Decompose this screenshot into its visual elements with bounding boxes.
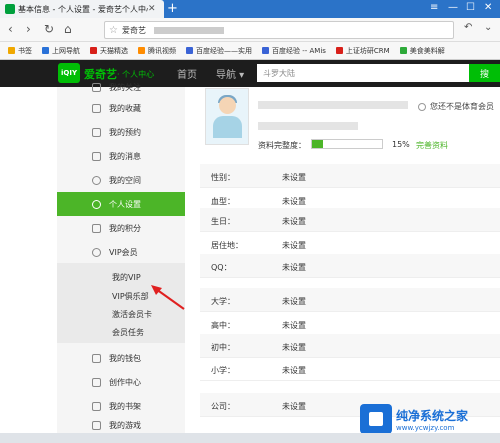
calendar-icon: [92, 127, 101, 137]
blurred-username: [258, 101, 408, 109]
progress-fill: [312, 140, 323, 148]
watermark-logo-icon: [360, 404, 392, 434]
user-icon: [92, 175, 101, 185]
menu-icon[interactable]: ≡: [430, 2, 438, 13]
sidebar-item-wallet[interactable]: 我的钱包: [57, 346, 185, 370]
bookmark-item[interactable]: 百度经验 -- AMis: [262, 46, 326, 56]
bookmark-item[interactable]: 上网导航: [42, 46, 80, 56]
sidebar-item-bookshelf[interactable]: 我的书架: [57, 394, 185, 418]
sidebar-item-follow[interactable]: 我的关注: [57, 79, 185, 95]
sidebar-item-games[interactable]: 我的游戏: [57, 418, 185, 433]
nav-menu[interactable]: 导航 ▾: [216, 66, 244, 81]
points-icon: [92, 223, 101, 233]
submenu-my-vip[interactable]: 我的VIP: [112, 272, 141, 283]
field-row: 大学： 未设置: [200, 288, 500, 312]
watermark: 纯净系统之家 www.ycwjzy.com: [360, 404, 468, 434]
submenu-vip-tasks[interactable]: 会员任务: [112, 327, 144, 338]
tmall-icon: [90, 47, 97, 54]
gear-icon: [92, 199, 101, 209]
maximize-icon[interactable]: ☐: [466, 2, 475, 13]
page-icon: [262, 47, 269, 54]
search-input[interactable]: 斗罗大陆: [257, 64, 469, 82]
globe-icon: [42, 47, 49, 54]
bookmarks-bar: 书签 上网导航 天猫精选 腾讯视频 百度经验——实用 百度经验 -- AMis …: [0, 42, 500, 60]
taskbar: [0, 433, 500, 443]
url-input[interactable]: ☆ 爱奇艺: [104, 21, 454, 39]
x-icon: [335, 47, 343, 54]
follow-icon: [92, 82, 101, 92]
field-row: 生日： 未设置: [200, 208, 500, 232]
minimize-icon[interactable]: —: [448, 2, 458, 13]
sidebar-item-messages[interactable]: 我的消息: [57, 144, 185, 168]
avatar[interactable]: [205, 88, 249, 145]
book-icon: [92, 401, 101, 411]
sidebar-item-favorites[interactable]: 我的收藏: [57, 96, 185, 120]
field-row: 居住地： 未设置: [200, 232, 500, 256]
url-site-label: 爱奇艺: [121, 25, 146, 35]
blurred-id: [258, 122, 358, 130]
field-row: 小学： 未设置: [200, 357, 500, 381]
sidebar-item-settings[interactable]: 个人设置: [57, 192, 185, 216]
home-icon[interactable]: ⌂: [64, 22, 72, 36]
sidebar-item-creator[interactable]: 创作中心: [57, 370, 185, 394]
mail-icon: [92, 151, 101, 161]
sidebar-item-space[interactable]: 我的空间: [57, 168, 185, 192]
game-icon: [92, 421, 101, 430]
submenu-activate-card[interactable]: 激活会员卡: [112, 309, 152, 320]
complete-profile-link[interactable]: 完善资料: [416, 140, 448, 151]
vip-icon: [92, 247, 101, 257]
close-tab-icon[interactable]: ✕: [148, 4, 156, 14]
annotation-arrow-icon: [151, 285, 185, 310]
forward-icon[interactable]: ›: [26, 22, 31, 36]
paw-icon: [186, 47, 193, 54]
tab-title: 基本信息 - 个人设置 - 爱奇艺个人中心: [18, 4, 148, 14]
new-tab-button[interactable]: +: [167, 1, 178, 16]
completeness-progress: [311, 139, 383, 149]
doc-icon: [399, 47, 407, 54]
info-icon: [418, 102, 426, 111]
star-icon: [92, 103, 101, 113]
bookmark-item[interactable]: 腾讯视频: [138, 46, 176, 56]
completeness-percent: 15%: [392, 140, 410, 149]
bookmark-item[interactable]: 美食美料解: [399, 46, 445, 56]
field-row: 初中： 未设置: [200, 334, 500, 358]
field-row: QQ： 未设置: [200, 254, 500, 278]
field-row: 高中： 未设置: [200, 312, 500, 336]
completeness-label: 资料完整度：: [258, 141, 306, 150]
vip-status: 您还不是体育会员: [418, 101, 494, 112]
refresh-icon[interactable]: ↻: [44, 22, 54, 36]
browser-tab-bar: 基本信息 - 个人设置 - 爱奇艺个人中心 ✕ + ≡ — ☐ ✕: [0, 0, 500, 18]
url-blurred: [153, 26, 224, 34]
bookmark-item[interactable]: 百度经验——实用: [186, 46, 252, 56]
wallet-icon: [92, 353, 101, 363]
bookmark-item[interactable]: 天猫精选: [90, 46, 128, 56]
video-icon: [138, 47, 145, 54]
back-icon[interactable]: ‹: [8, 22, 13, 36]
star-icon[interactable]: ☆: [109, 25, 118, 36]
back-history-icon[interactable]: ↶: [464, 22, 472, 33]
watermark-title: 纯净系统之家: [396, 408, 469, 423]
browser-tab[interactable]: 基本信息 - 个人设置 - 爱奇艺个人中心 ✕: [0, 0, 164, 18]
address-bar: ‹ › ↻ ⌂ ☆ 爱奇艺 ↶ ⌄: [0, 18, 500, 42]
iqiyi-favicon-icon: [5, 4, 15, 14]
bookmark-item[interactable]: 上证坊研CRM: [335, 46, 390, 56]
sidebar-item-reservations[interactable]: 我的预约: [57, 120, 185, 144]
dropdown-icon[interactable]: ⌄: [484, 22, 492, 33]
bookmark-item[interactable]: 书签: [8, 46, 32, 56]
star-icon: [8, 47, 15, 54]
watermark-url: www.ycwjzy.com: [396, 423, 455, 432]
field-row: 性别： 未设置: [200, 164, 500, 188]
submenu-vip-club[interactable]: VIP俱乐部: [112, 291, 149, 302]
sidebar-item-vip[interactable]: VIP会员: [57, 240, 185, 264]
close-window-icon[interactable]: ✕: [484, 2, 492, 13]
sidebar-item-points[interactable]: 我的积分: [57, 216, 185, 240]
search-button[interactable]: 搜: [469, 64, 500, 82]
creator-icon: [92, 377, 101, 387]
